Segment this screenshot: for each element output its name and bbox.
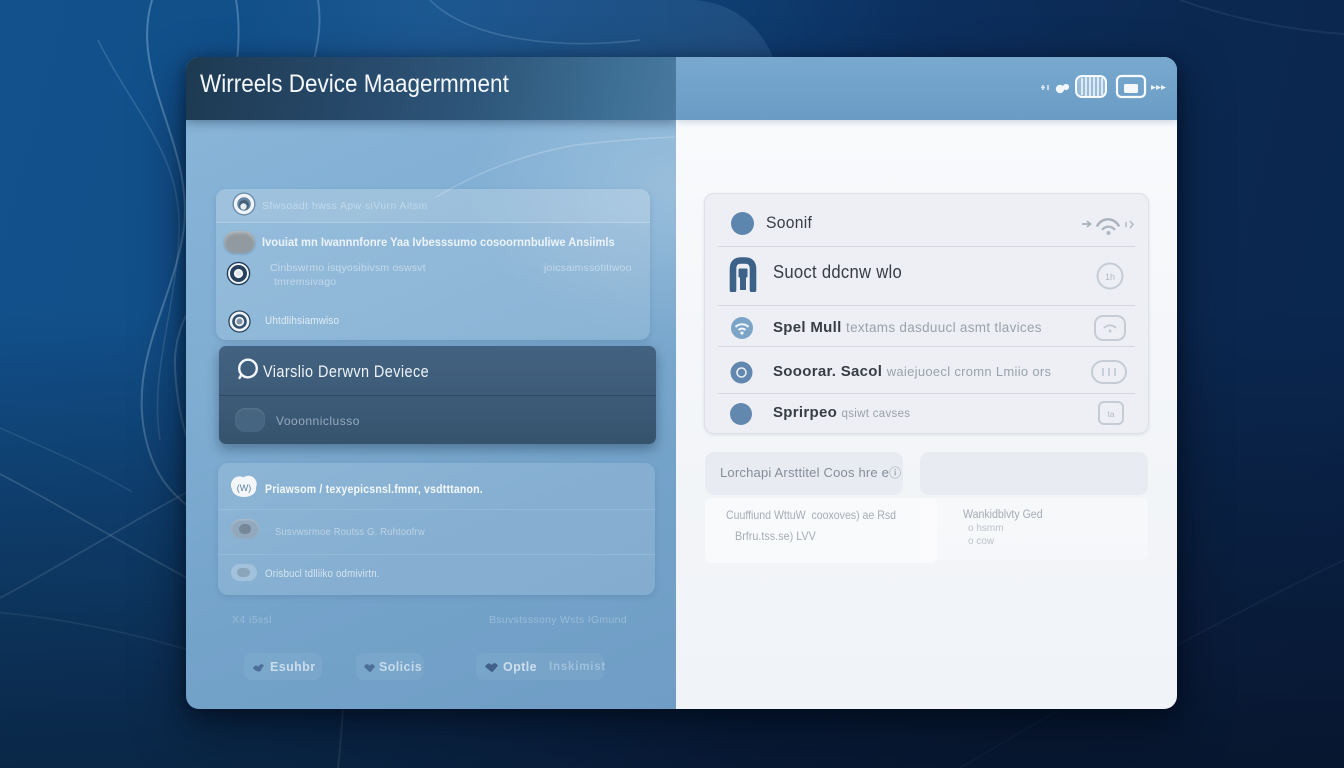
svg-text:ta: ta [1107,409,1114,419]
svg-text:1h: 1h [1105,272,1115,282]
svg-text:(W): (W) [237,483,252,493]
